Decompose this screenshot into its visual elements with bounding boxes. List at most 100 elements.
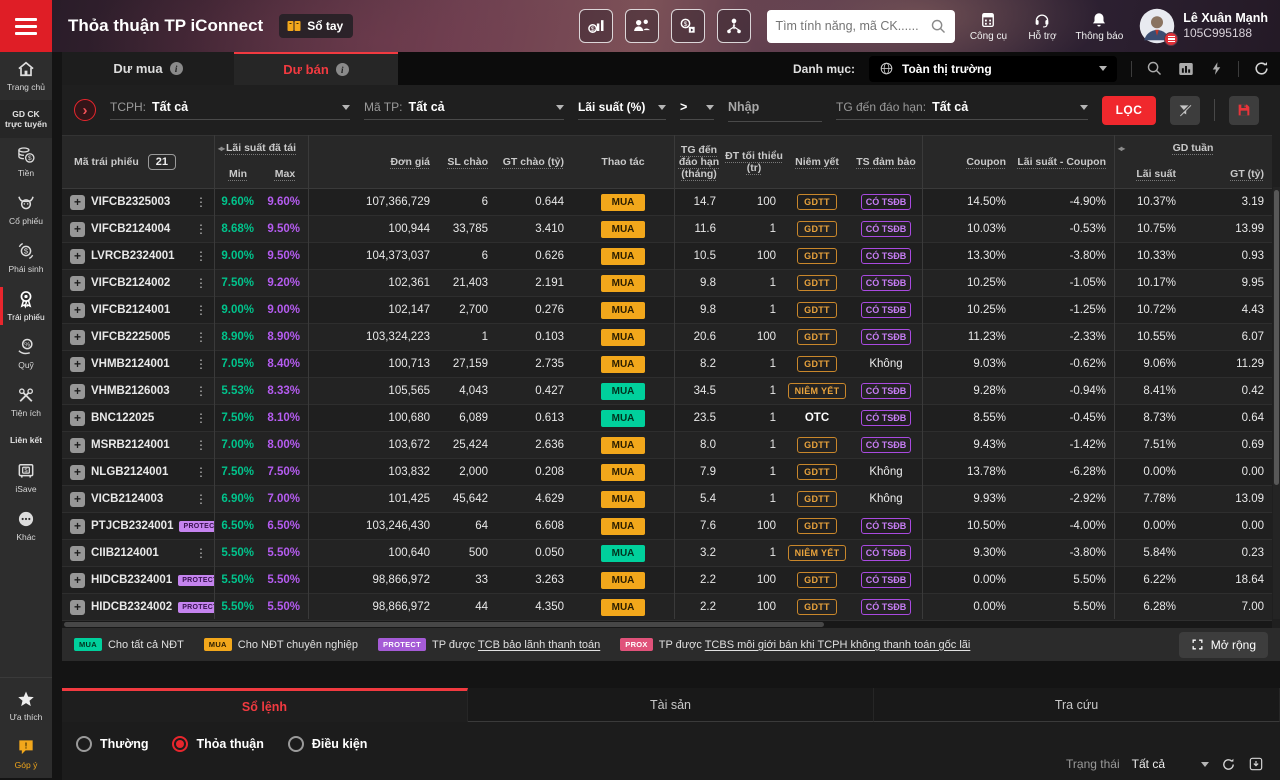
order-type-radio[interactable] (288, 736, 304, 752)
week-group-header[interactable]: ◂▸ GD tuần (1114, 136, 1272, 160)
row-expand-button[interactable]: + (70, 330, 85, 345)
buy-button[interactable]: MUA (601, 491, 645, 508)
tab-tra-cuu[interactable]: Tra cứu (874, 688, 1280, 722)
maturity-filter[interactable]: TG đến đáo hạn: Tất cả (836, 100, 1088, 120)
price-header[interactable]: Đơn giá (390, 156, 430, 168)
row-expand-button[interactable]: + (70, 600, 85, 615)
rate-field-select[interactable]: Lãi suất (%) (578, 100, 666, 120)
clear-filter-button[interactable] (1170, 96, 1200, 125)
tab-du-ban[interactable]: Dư bán i (234, 52, 398, 85)
min-invest-header[interactable]: ĐT tối thiểu (tr) (724, 150, 784, 174)
buy-button[interactable]: MUA (601, 599, 645, 616)
order-type-conditional[interactable]: Điều kiện (288, 736, 368, 752)
global-search-input[interactable] (775, 19, 930, 33)
rate-group-header[interactable]: ◂▸ Lãi suất đã tái (214, 136, 308, 160)
buy-button[interactable]: MUA (601, 302, 645, 319)
money-flow-button[interactable]: $ (671, 9, 705, 43)
qty-header[interactable]: SL chào (447, 156, 488, 168)
export-button[interactable] (1248, 756, 1264, 772)
tools-menu[interactable]: Công cụ (967, 11, 1009, 42)
row-menu-icon[interactable]: ⋮ (195, 195, 214, 209)
row-expand-button[interactable]: + (70, 249, 85, 264)
tab-du-mua[interactable]: Dư mua i (62, 52, 234, 85)
order-type-radio[interactable] (172, 736, 188, 752)
sidebar-item-stocks[interactable]: Cổ phiếu (0, 186, 52, 234)
max-header[interactable]: Max (275, 168, 295, 180)
table-search-button[interactable] (1146, 60, 1163, 77)
rate-operator-select[interactable]: > (680, 100, 714, 120)
info-icon[interactable]: i (336, 63, 349, 76)
customers-button[interactable] (625, 9, 659, 43)
tab-tai-san[interactable]: Tài sản (468, 688, 874, 722)
table-vertical-scrollbar[interactable] (1273, 187, 1280, 619)
chart-view-button[interactable] (1177, 60, 1195, 78)
row-expand-button[interactable]: + (70, 276, 85, 291)
sidebar-item-funds[interactable]: % Quỹ (0, 330, 52, 378)
collateral-header[interactable]: TS đảm bảo (856, 156, 916, 168)
min-header[interactable]: Min (229, 168, 247, 180)
affiliate-button[interactable]: $ (717, 9, 751, 43)
row-menu-icon[interactable]: ⋮ (195, 330, 214, 344)
row-expand-button[interactable]: + (70, 303, 85, 318)
row-expand-button[interactable]: + (70, 411, 85, 426)
buy-button[interactable]: MUA (601, 410, 645, 427)
protect-info-link[interactable]: TCB bảo lãnh thanh toán (478, 639, 600, 651)
sidebar-item-utilities[interactable]: Tiện ích (0, 378, 52, 426)
sidebar-item-feedback[interactable]: ! Góp ý (0, 730, 52, 778)
row-expand-button[interactable]: + (70, 195, 85, 210)
filter-collapse-button[interactable]: › (74, 99, 96, 121)
row-menu-icon[interactable]: ⋮ (195, 303, 214, 317)
order-type-normal[interactable]: Thường (76, 736, 148, 752)
rate-value-input[interactable] (728, 100, 822, 114)
sidebar-item-online-trading[interactable]: GD CK trực tuyến (0, 100, 52, 138)
support-menu[interactable]: Hỗ trợ (1021, 11, 1063, 42)
buy-button[interactable]: MUA (601, 194, 645, 211)
row-menu-icon[interactable]: ⋮ (195, 492, 214, 506)
info-icon[interactable]: i (170, 62, 183, 75)
row-menu-icon[interactable]: ⋮ (195, 465, 214, 479)
prox-info-link[interactable]: TCBS môi giới bán khi TCPH không thanh t… (705, 639, 971, 651)
row-menu-icon[interactable]: ⋮ (195, 384, 214, 398)
row-menu-icon[interactable]: ⋮ (195, 222, 214, 236)
row-menu-icon[interactable]: ⋮ (195, 357, 214, 371)
market-money-chart-button[interactable]: $ (579, 9, 613, 43)
row-expand-button[interactable]: + (70, 519, 85, 534)
sidebar-item-derivatives[interactable]: $ Phái sinh (0, 234, 52, 282)
user-menu[interactable]: Lê Xuân Mạnh 105C995188 (1139, 8, 1268, 44)
sidebar-item-isave[interactable]: $ iSave (0, 454, 52, 502)
row-menu-icon[interactable]: ⋮ (195, 249, 214, 263)
row-expand-button[interactable]: + (70, 465, 85, 480)
row-expand-button[interactable]: + (70, 357, 85, 372)
sidebar-item-money[interactable]: $ Tiền (0, 138, 52, 186)
column-expander-icon[interactable]: ◂▸ (218, 144, 224, 153)
save-filter-button[interactable] (1229, 96, 1259, 125)
tab-so-lenh[interactable]: Sổ lệnh (62, 688, 468, 722)
refresh-button[interactable] (1253, 60, 1270, 77)
search-icon[interactable] (930, 18, 947, 35)
handbook-badge[interactable]: Sổ tay (279, 14, 353, 38)
sidebar-item-bonds[interactable]: Trái phiếu (0, 282, 52, 330)
buy-button[interactable]: MUA (601, 356, 645, 373)
buy-button[interactable]: MUA (601, 545, 645, 562)
issuer-filter[interactable]: TCPH: Tất cả (110, 100, 350, 120)
buy-button[interactable]: MUA (601, 221, 645, 238)
sidebar-item-more[interactable]: Khác (0, 502, 52, 550)
refresh-orders-button[interactable] (1221, 757, 1236, 772)
row-expand-button[interactable]: + (70, 222, 85, 237)
row-menu-icon[interactable]: ⋮ (195, 276, 214, 290)
rate-minus-coupon-header[interactable]: Lãi suất - Coupon (1017, 156, 1106, 168)
buy-button[interactable]: MUA (601, 383, 645, 400)
maturity-header[interactable]: TG đến đáo hạn (tháng) (674, 144, 724, 180)
table-horizontal-scrollbar[interactable] (62, 621, 1272, 628)
expand-table-button[interactable]: Mở rộng (1179, 632, 1268, 658)
row-expand-button[interactable]: + (70, 438, 85, 453)
buy-button[interactable]: MUA (601, 329, 645, 346)
bond-code-filter[interactable]: Mã TP: Tất cả (364, 100, 564, 120)
coupon-header[interactable]: Coupon (966, 156, 1006, 168)
row-expand-button[interactable]: + (70, 573, 85, 588)
buy-button[interactable]: MUA (601, 275, 645, 292)
row-expand-button[interactable]: + (70, 492, 85, 507)
row-menu-icon[interactable]: ⋮ (195, 411, 214, 425)
buy-button[interactable]: MUA (601, 248, 645, 265)
row-menu-icon[interactable]: ⋮ (195, 438, 214, 452)
